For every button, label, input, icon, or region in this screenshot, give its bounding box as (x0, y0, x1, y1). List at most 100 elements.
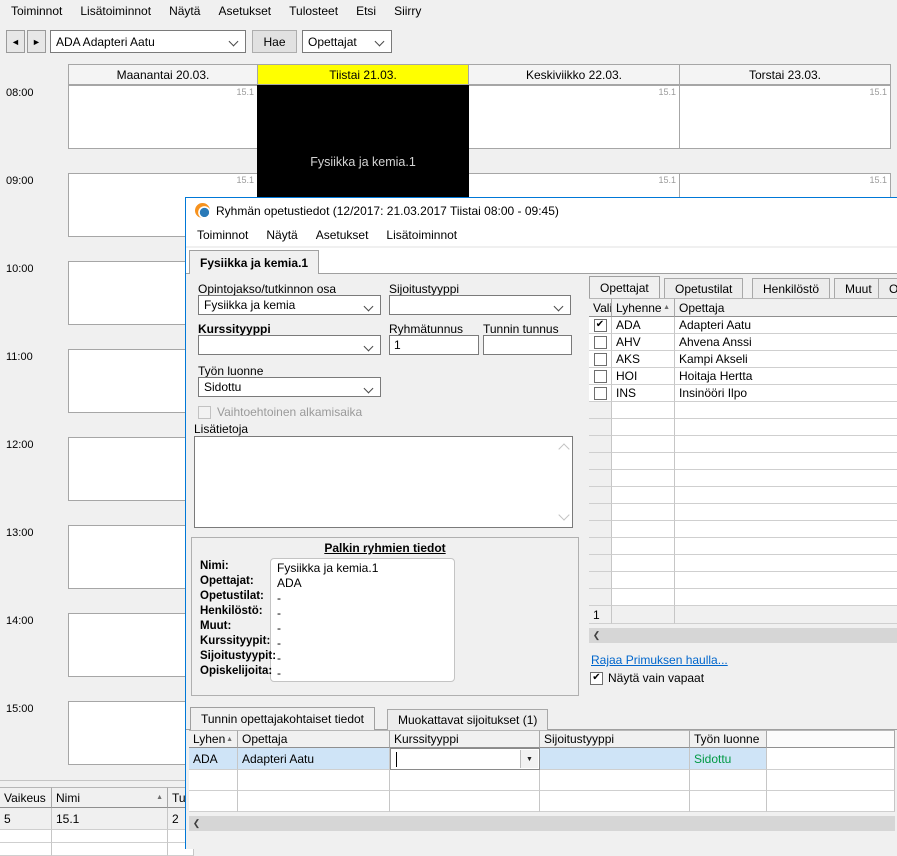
column-header-vaikeus[interactable]: Vaikeus (0, 787, 52, 808)
empty-cell[interactable] (589, 436, 612, 453)
empty-cell[interactable] (675, 572, 897, 589)
primus-filter-link[interactable]: Rajaa Primuksen haulla... (591, 653, 728, 667)
column-header-sijoitustyyppi[interactable]: Sijoitustyyppi (540, 730, 690, 748)
dialog-menu-näytä[interactable]: Näytä (257, 225, 306, 245)
table-cell[interactable] (0, 843, 52, 856)
empty-cell[interactable] (612, 521, 675, 538)
empty-cell[interactable] (540, 770, 690, 791)
column-header-lyhenne[interactable]: Lyhenne ▲ (612, 298, 675, 317)
assign-code-cell[interactable]: ADA (189, 748, 238, 770)
teacher-name-cell[interactable]: Hoitaja Hertta (675, 368, 897, 385)
resources-tab-henkilöstö[interactable]: Henkilöstö (752, 278, 831, 298)
empty-cell[interactable] (675, 402, 897, 419)
column-header-lyhen[interactable]: Lyhen ▲ (189, 730, 238, 748)
day-header-1[interactable]: Tiistai 21.03. (257, 64, 469, 85)
horizontal-scrollbar[interactable]: ❮ (589, 628, 897, 643)
teacher-checkbox[interactable] (593, 386, 607, 400)
empty-cell[interactable] (612, 538, 675, 555)
teacher-code-cell[interactable]: INS (612, 385, 675, 402)
table-cell[interactable] (52, 843, 168, 856)
empty-cell[interactable] (612, 453, 675, 470)
empty-cell[interactable] (589, 538, 612, 555)
table-cell[interactable] (0, 830, 52, 843)
teacher-code-cell[interactable]: ADA (612, 317, 675, 334)
empty-cell[interactable] (612, 487, 675, 504)
teacher-checkbox[interactable] (593, 369, 607, 383)
dropdown-icon[interactable]: ▼ (520, 750, 538, 768)
empty-cell[interactable] (675, 521, 897, 538)
teacher-row-check-cell[interactable]: ✔ (589, 317, 612, 334)
day-header-2[interactable]: Keskiviikko 22.03. (468, 64, 680, 85)
calendar-cell[interactable]: 15.1 (468, 85, 680, 149)
notes-textarea[interactable] (194, 436, 573, 528)
horizontal-scrollbar[interactable]: ❮ (189, 816, 895, 831)
calendar-cell[interactable]: 15.1 (68, 85, 258, 149)
assign-course-type-combobox[interactable]: ▼ (390, 748, 540, 770)
assign-name-cell[interactable]: Adapteri Aatu (238, 748, 390, 770)
empty-cell[interactable] (612, 572, 675, 589)
teacher-row-check-cell[interactable] (589, 368, 612, 385)
empty-cell[interactable] (589, 589, 612, 606)
teacher-name-cell[interactable]: Adapteri Aatu (675, 317, 897, 334)
table-cell[interactable]: 15.1 (52, 808, 168, 830)
tab-editable-placements[interactable]: Muokattavat sijoitukset (1) (387, 709, 549, 730)
column-header-tynluonne[interactable]: Työn luonne (690, 730, 767, 748)
scroll-left-icon[interactable]: ❮ (189, 816, 204, 831)
empty-cell[interactable] (767, 791, 895, 812)
resources-tab-opiskelijat[interactable]: Opiskelijat (878, 278, 897, 298)
assign-placement-cell[interactable] (540, 748, 690, 770)
placement-combobox[interactable] (389, 295, 571, 315)
empty-cell[interactable] (767, 770, 895, 791)
column-header-vali[interactable]: Vali (589, 298, 612, 317)
table-cell[interactable] (52, 830, 168, 843)
teacher-checkbox[interactable] (593, 352, 607, 366)
course-combobox[interactable]: Fysiikka ja kemia (198, 295, 381, 315)
empty-cell[interactable] (589, 504, 612, 521)
empty-cell[interactable] (675, 487, 897, 504)
teacher-code-cell[interactable]: HOI (612, 368, 675, 385)
scroll-left-icon[interactable]: ❮ (589, 628, 604, 643)
table-cell[interactable]: 5 (0, 808, 52, 830)
empty-cell[interactable] (589, 487, 612, 504)
empty-cell[interactable] (589, 453, 612, 470)
app-menu-etsi[interactable]: Etsi (347, 1, 385, 21)
teacher-code-cell[interactable]: AKS (612, 351, 675, 368)
column-header-opettaja[interactable]: Opettaja (675, 298, 897, 317)
dialog-menu-toiminnot[interactable]: Toiminnot (188, 225, 257, 245)
teacher-name-cell[interactable]: Insinööri Ilpo (675, 385, 897, 402)
empty-cell[interactable] (390, 770, 540, 791)
empty-cell[interactable] (390, 791, 540, 812)
assign-work-nature-cell[interactable]: Sidottu (690, 748, 767, 770)
course-type-combobox[interactable] (198, 335, 381, 355)
empty-cell[interactable] (690, 770, 767, 791)
empty-cell[interactable] (612, 555, 675, 572)
empty-cell[interactable] (589, 419, 612, 436)
next-button[interactable]: ► (27, 30, 46, 53)
empty-cell[interactable] (675, 453, 897, 470)
dialog-titlebar[interactable]: Ryhmän opetustiedot (12/2017: 21.03.2017… (186, 198, 897, 224)
empty-cell[interactable] (238, 770, 390, 791)
column-header-nimi[interactable]: Nimi ▲ (52, 787, 168, 808)
lesson-id-input[interactable] (483, 335, 572, 355)
empty-cell[interactable] (675, 470, 897, 487)
mode-combobox[interactable]: Opettajat (302, 30, 392, 53)
empty-cell[interactable] (189, 791, 238, 812)
dialog-menu-lisätoiminnot[interactable]: Lisätoiminnot (377, 225, 466, 245)
resource-combobox[interactable]: ADA Adapteri Aatu (50, 30, 246, 53)
empty-cell[interactable] (612, 589, 675, 606)
calendar-cell[interactable]: 15.1 (679, 85, 891, 149)
teacher-row-check-cell[interactable] (589, 385, 612, 402)
empty-cell[interactable] (690, 791, 767, 812)
resources-tab-muut[interactable]: Muut (834, 278, 883, 298)
empty-cell[interactable] (675, 555, 897, 572)
empty-cell[interactable] (675, 419, 897, 436)
teacher-checkbox[interactable] (593, 335, 607, 349)
day-header-0[interactable]: Maanantai 20.03. (68, 64, 258, 85)
app-menu-tulosteet[interactable]: Tulosteet (280, 1, 347, 21)
prev-button[interactable]: ◄ (6, 30, 25, 53)
empty-cell[interactable] (675, 589, 897, 606)
empty-cell[interactable] (189, 770, 238, 791)
app-menu-asetukset[interactable]: Asetukset (209, 1, 280, 21)
resources-tab-opetustilat[interactable]: Opetustilat (664, 278, 744, 298)
app-menu-lisätoiminnot[interactable]: Lisätoiminnot (71, 1, 160, 21)
